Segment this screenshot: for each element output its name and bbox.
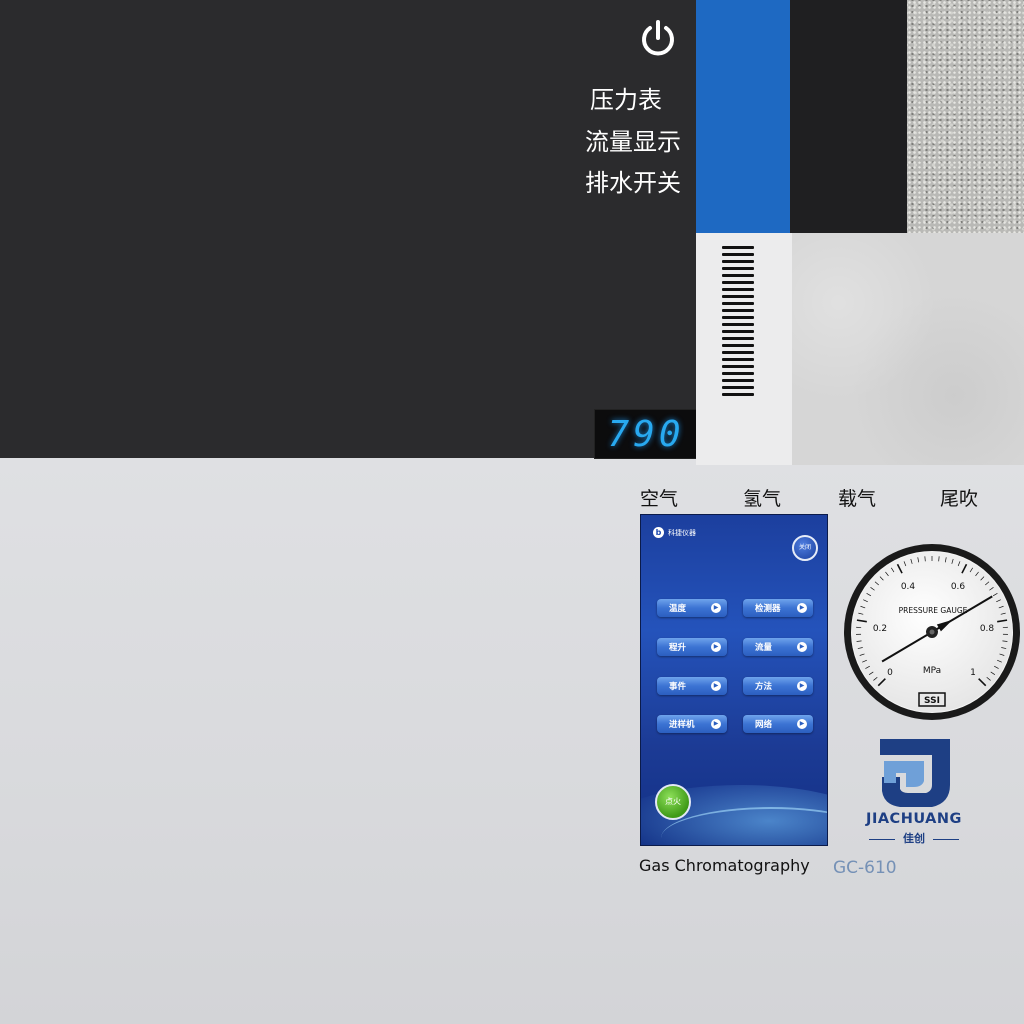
screen-method-button[interactable]: 方法 ▶ (743, 677, 813, 695)
label-makeup-gas: 尾吹 (940, 488, 979, 510)
touch-screen: b 科捷仪器 关闭 温度 ▶ 检测器 ▶ 程升 ▶ 流量 ▶ 事件 ▶ 方法 ▶… (640, 514, 828, 846)
screen-flow-button[interactable]: 流量 ▶ (743, 638, 813, 656)
gauge-tick-label: 0 (887, 668, 893, 678)
screen-network-button[interactable]: 网络 ▶ (743, 715, 813, 733)
screen-brand-name: 科捷仪器 (668, 528, 696, 537)
power-icon[interactable] (638, 18, 678, 60)
screen-detector-button[interactable]: 检测器 ▶ (743, 599, 813, 617)
swatch-blue[interactable] (696, 0, 790, 233)
arrow-right-icon: ▶ (797, 681, 807, 691)
pressure-gauge: 0 0.2 0.4 0.6 0.8 1 PRESSURE GAUGE MPa S… (844, 544, 1020, 720)
screen-events-label: 事件 (669, 682, 687, 692)
arrow-right-icon: ▶ (711, 642, 721, 652)
gauge-tick-label: 0.2 (873, 624, 887, 634)
logo-name: JIACHUANG (866, 811, 962, 827)
gauge-tick-label: 0.4 (901, 582, 916, 592)
menu-drain-switch[interactable]: 排水开关 (585, 169, 681, 197)
screen-injector-button[interactable]: 进样机 ▶ (657, 715, 727, 733)
arrow-right-icon: ▶ (797, 603, 807, 613)
gauge-tick-label: 0.6 (951, 582, 966, 592)
screen-temperature-button[interactable]: 温度 ▶ (657, 599, 727, 617)
control-panel (0, 0, 696, 458)
logo-chinese-name: 佳创 (858, 830, 970, 846)
screen-ignite-button[interactable]: 点火 (655, 784, 691, 820)
arrow-right-icon: ▶ (711, 603, 721, 613)
screen-network-label: 网络 (755, 720, 773, 730)
label-hydrogen: 氢气 (743, 488, 782, 510)
arrow-right-icon: ▶ (797, 719, 807, 729)
gauge-tick-label: 0.8 (980, 624, 995, 634)
led-display: 790 (594, 409, 698, 459)
screen-method-label: 方法 (755, 682, 773, 692)
swatch-concrete[interactable] (792, 233, 1024, 465)
arrow-right-icon: ▶ (711, 681, 721, 691)
menu-flow-display[interactable]: 流量显示 (585, 128, 681, 156)
screen-close-button[interactable]: 关闭 (792, 535, 818, 561)
label-air: 空气 (640, 488, 679, 510)
screen-ramp-button[interactable]: 程升 ▶ (657, 638, 727, 656)
gauge-tick-label: 1 (970, 668, 976, 678)
arrow-right-icon: ▶ (711, 719, 721, 729)
label-carrier-gas: 载气 (838, 488, 877, 510)
model-number: GC-610 (833, 858, 897, 878)
gauge-maker: SSI (924, 696, 940, 706)
gauge-title: PRESSURE GAUGE (899, 606, 968, 615)
screen-flow-label: 流量 (755, 643, 773, 653)
product-name: Gas Chromatography (639, 856, 810, 875)
swatch-gravel[interactable] (907, 0, 1024, 233)
gauge-unit: MPa (923, 666, 941, 676)
brand-logo-icon: b (653, 527, 664, 538)
screen-injector-label: 进样机 (669, 720, 695, 730)
screen-temperature-label: 温度 (669, 604, 687, 614)
swatch-black[interactable] (790, 0, 907, 233)
screen-events-button[interactable]: 事件 ▶ (657, 677, 727, 695)
arrow-right-icon: ▶ (797, 642, 807, 652)
screen-ramp-label: 程升 (669, 643, 687, 653)
screen-brand: b 科捷仪器 (653, 527, 696, 538)
menu-pressure-gauge[interactable]: 压力表 (590, 86, 662, 114)
screen-detector-label: 检测器 (755, 604, 781, 614)
vent-grille (722, 246, 754, 398)
